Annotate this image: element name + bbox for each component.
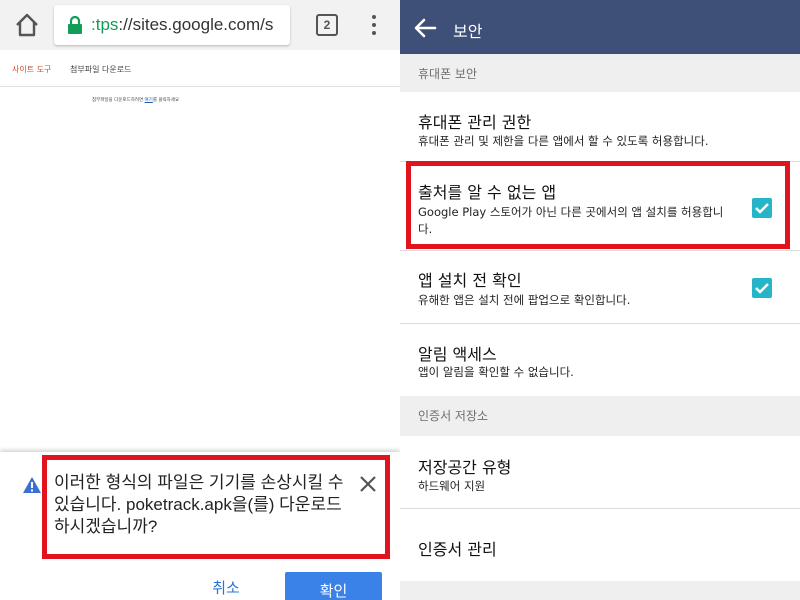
site-message-suffix: 를 클릭하세요	[152, 98, 180, 103]
checkmark-icon	[755, 283, 769, 294]
setting-title: 저장공간 유형	[418, 458, 512, 477]
back-arrow-icon[interactable]	[412, 15, 438, 41]
setting-manage-certificates[interactable]: 인증서 관리	[400, 509, 800, 581]
site-message-prefix: 첨부파일을 다운로드하려면	[92, 98, 145, 103]
site-tools-link[interactable]: 사이트 도구	[12, 64, 51, 75]
download-warning-message: 이러한 형식의 파일은 기기를 손상시킬 수 있습니다. poketrack.a…	[54, 473, 344, 536]
section-header-label: 휴대폰 보안	[418, 67, 478, 81]
setting-storage-type[interactable]: 저장공간 유형 하드웨어 지원	[400, 436, 800, 508]
site-nav: 사이트 도구 첨부파일 다운로드	[0, 50, 400, 87]
setting-title: 알림 액세스	[418, 345, 497, 364]
settings-title: 보안	[453, 22, 483, 41]
site-message: 첨부파일을 다운로드하려면 여기를 클릭하세요	[92, 97, 179, 103]
settings-appbar: 보안	[400, 0, 800, 54]
unknown-sources-highlight	[406, 161, 790, 249]
warning-icon	[22, 476, 42, 494]
home-icon[interactable]	[14, 12, 40, 38]
setting-subtitle: 하드웨어 지원	[418, 479, 486, 493]
close-icon[interactable]	[358, 474, 378, 494]
overflow-menu-icon[interactable]	[368, 13, 380, 37]
url-bar[interactable]: :tps://sites.google.com/s	[54, 5, 290, 45]
lock-icon	[67, 15, 83, 34]
setting-device-admin[interactable]: 휴대폰 관리 권한 휴대폰 관리 및 제한을 다른 앱에서 할 수 있도록 허용…	[400, 92, 800, 161]
setting-title: 인증서 관리	[418, 540, 497, 559]
download-link[interactable]: 여기	[145, 98, 153, 103]
setting-subtitle: 앱이 알림을 확인할 수 없습니다.	[418, 365, 574, 379]
section-header-phone-security: 휴대폰 보안	[400, 54, 800, 92]
setting-subtitle: 휴대폰 관리 및 제한을 다른 앱에서 할 수 있도록 허용합니다.	[418, 134, 709, 148]
setting-title: 휴대폰 관리 권한	[418, 113, 532, 132]
setting-notification-access[interactable]: 알림 액세스 앱이 알림을 확인할 수 없습니다.	[400, 324, 800, 396]
confirm-button[interactable]: 확인	[285, 572, 382, 600]
cancel-button[interactable]: 취소	[196, 573, 256, 600]
tab-switcher-button[interactable]: 2	[316, 14, 338, 36]
browser-toolbar: :tps://sites.google.com/s 2	[0, 0, 400, 50]
setting-subtitle: 유해한 앱은 설치 전에 팝업으로 확인합니다.	[418, 293, 631, 307]
setting-verify-apps[interactable]: 앱 설치 전 확인 유해한 앱은 설치 전에 팝업으로 확인합니다.	[400, 251, 800, 323]
browser-screen: :tps://sites.google.com/s 2 사이트 도구 첨부파일 …	[0, 0, 400, 600]
url-host: ://sites.google.com/s	[118, 15, 274, 34]
url-text: :tps://sites.google.com/s	[91, 15, 286, 35]
section-header-next	[400, 581, 800, 600]
settings-screen: 보안 휴대폰 보안 휴대폰 관리 권한 휴대폰 관리 및 제한을 다른 앱에서 …	[400, 0, 800, 600]
site-page-tab[interactable]: 첨부파일 다운로드	[70, 64, 131, 75]
setting-title: 앱 설치 전 확인	[418, 271, 522, 290]
download-warning-sheet: 이러한 형식의 파일은 기기를 손상시킬 수 있습니다. poketrack.a…	[0, 452, 400, 600]
section-header-label: 인증서 저장소	[418, 409, 489, 423]
url-scheme: :tps	[91, 15, 119, 34]
verify-apps-checkbox[interactable]	[752, 278, 772, 298]
section-header-credential-storage: 인증서 저장소	[400, 396, 800, 436]
